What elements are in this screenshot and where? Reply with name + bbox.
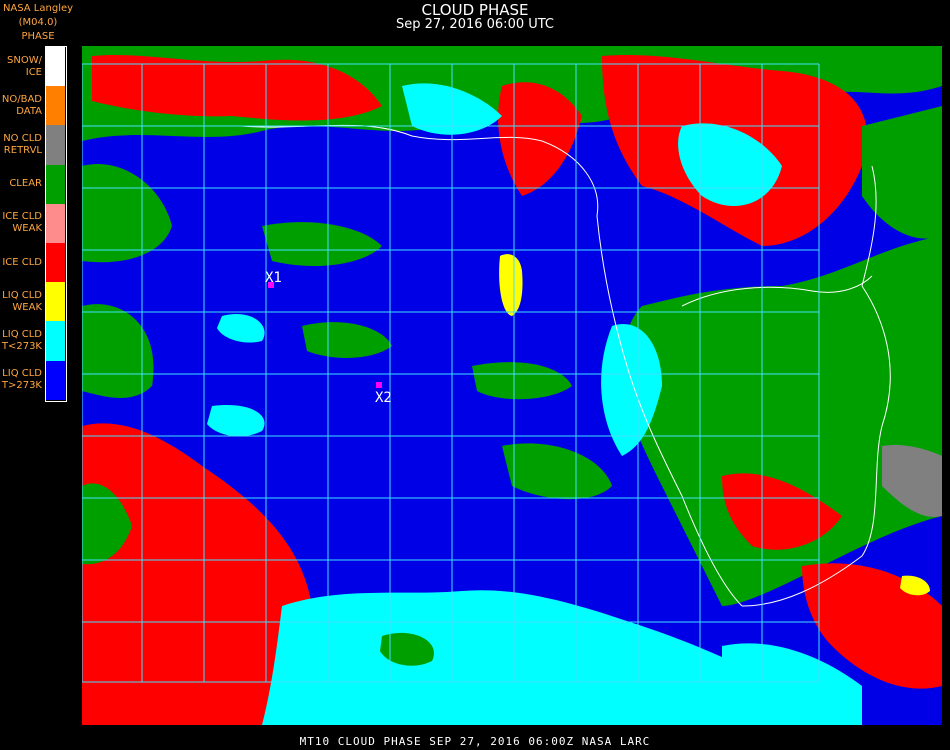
- marker-x2-label: X2: [375, 390, 392, 406]
- legend-swatch-1: [46, 86, 65, 126]
- cloud-phase-map[interactable]: X1 X2: [82, 46, 942, 725]
- legend-label-8: LIQ CLD T>273K: [1, 368, 42, 392]
- legend-label-3: CLEAR: [9, 178, 42, 190]
- legend-swatch-2: [46, 125, 65, 165]
- legend-label-1: NO/BAD DATA: [1, 93, 42, 117]
- legend-swatch-0: [46, 47, 65, 87]
- legend-swatch-7: [46, 321, 65, 361]
- legend-label-5: ICE CLD: [2, 256, 42, 268]
- marker-x1-label: X1: [265, 270, 282, 286]
- legend-label-0: SNOW/ ICE: [7, 54, 42, 78]
- marker-x1[interactable]: X1: [265, 270, 282, 288]
- map-timestamp: Sep 27, 2016 06:00 UTC: [395, 17, 555, 32]
- legend-swatch-6: [46, 282, 65, 322]
- legend-title: PHASE: [21, 31, 55, 42]
- footer-caption: MT10 CLOUD PHASE SEP 27, 2016 06:00Z NAS…: [299, 735, 651, 748]
- legend-swatch-8: [46, 360, 65, 400]
- legend-label-7: LIQ CLD T<273K: [1, 329, 42, 352]
- legend-label-4: ICE CLD WEAK: [2, 211, 42, 235]
- legend-swatch-3: [46, 164, 65, 204]
- legend-swatch-4: [46, 203, 65, 243]
- legend-label-2: NO CLD RETRVL: [3, 133, 42, 156]
- legend-swatch-5: [46, 243, 65, 283]
- legend-label-6: LIQ CLD WEAK: [2, 289, 42, 313]
